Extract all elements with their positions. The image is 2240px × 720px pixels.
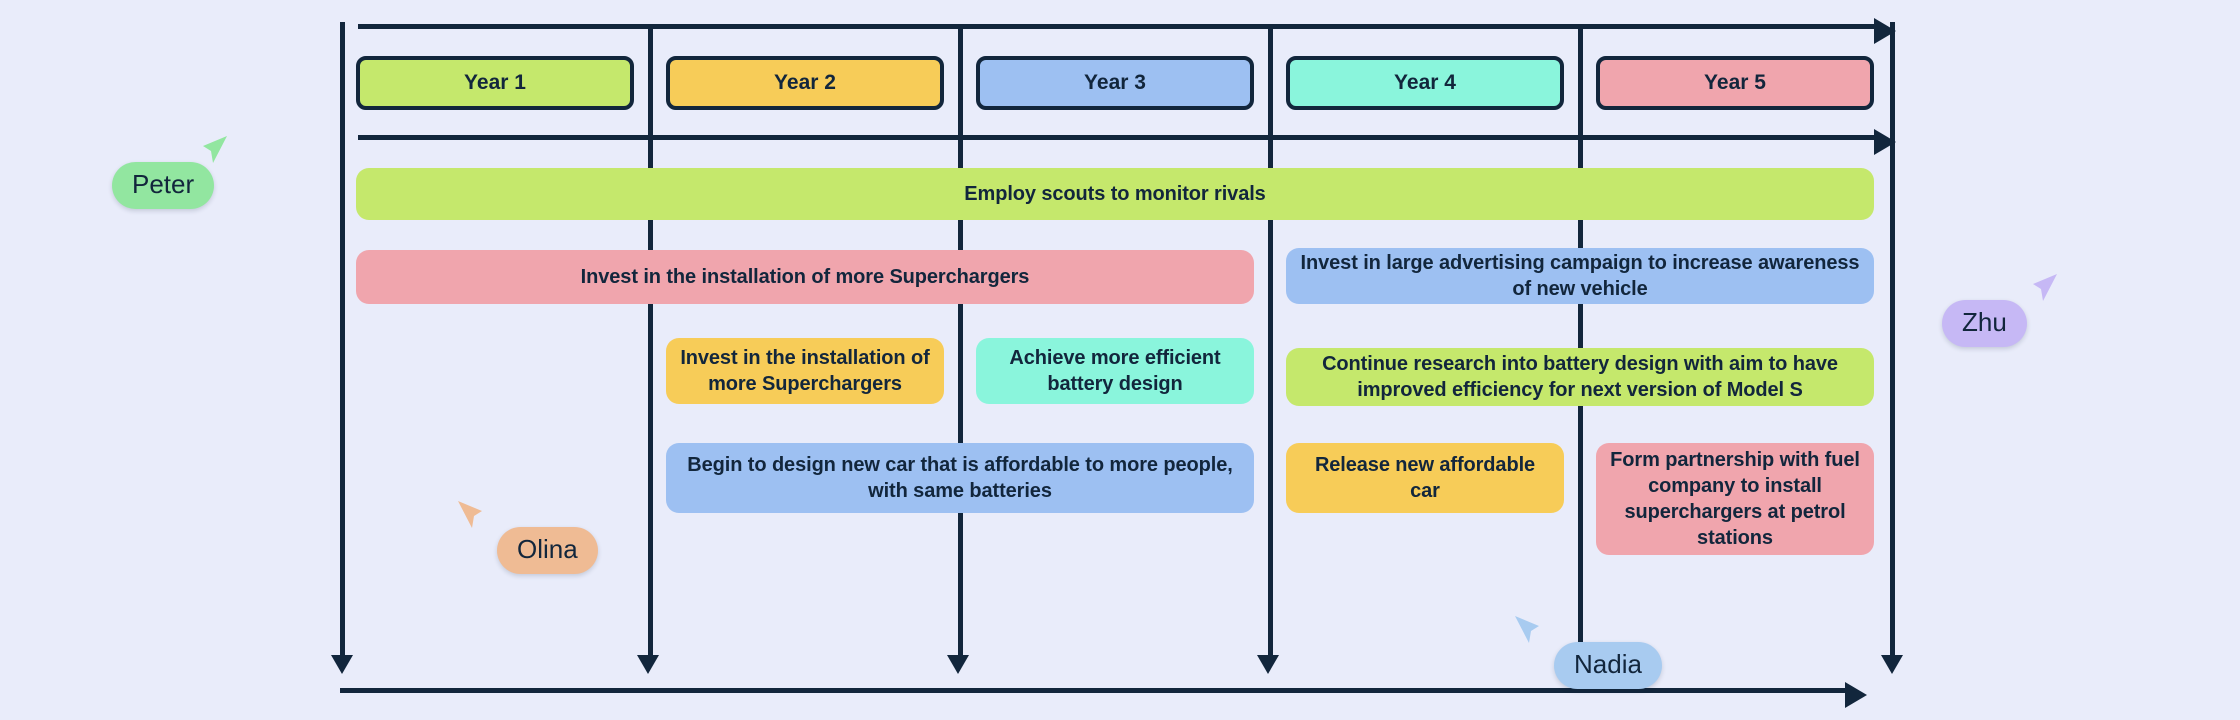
task-bar[interactable]: Achieve more efficient battery design (976, 338, 1254, 404)
year-header-chip-1[interactable]: Year 1 (356, 56, 634, 110)
year-header-label: Year 2 (774, 71, 836, 94)
collaborator-name-pill: Zhu (1942, 300, 2027, 347)
year-header-chip-3[interactable]: Year 3 (976, 56, 1254, 110)
timeline-top-rule (358, 24, 1874, 29)
right-axis-arrow-icon (1881, 655, 1903, 674)
year-divider-5 (1578, 28, 1583, 658)
task-bar-label: Employ scouts to monitor rivals (964, 183, 1266, 205)
task-bar-label: Invest in the installation of more Super… (680, 347, 930, 395)
task-bar[interactable]: Form partnership with fuel company to in… (1596, 443, 1874, 555)
top-rule-arrow-icon (1874, 18, 1896, 44)
task-bar-label: Continue research into battery design wi… (1322, 353, 1838, 401)
task-bar-label: Release new affordable car (1314, 454, 1536, 502)
task-bar[interactable]: Release new affordable car (1286, 443, 1564, 513)
task-bar-label: Achieve more efficient battery design (1009, 347, 1221, 395)
year-header-label: Year 5 (1704, 71, 1766, 94)
cursor-pointer-icon (1510, 612, 1552, 659)
year-header-chip-5[interactable]: Year 5 (1596, 56, 1874, 110)
collaborator-name-pill: Olina (497, 527, 598, 574)
left-axis-arrow-icon (331, 655, 353, 674)
task-bar-label: Begin to design new car that is affordab… (687, 454, 1233, 502)
bottom-rule-arrow-icon (1845, 682, 1867, 708)
year-divider-arrow-icon-2 (637, 655, 659, 674)
task-bar[interactable]: Employ scouts to monitor rivals (356, 168, 1874, 220)
task-bar[interactable]: Begin to design new car that is affordab… (666, 443, 1254, 513)
collaborator-name-pill: Nadia (1554, 642, 1662, 689)
year-header-label: Year 3 (1084, 71, 1146, 94)
task-bar[interactable]: Invest in the installation of more Super… (666, 338, 944, 404)
year-divider-2 (648, 28, 653, 658)
year-header-label: Year 1 (464, 71, 526, 94)
year-header-chip-2[interactable]: Year 2 (666, 56, 944, 110)
year-divider-4 (1268, 28, 1273, 658)
year-divider-arrow-icon-4 (1257, 655, 1279, 674)
timeline-middle-rule (358, 135, 1874, 140)
task-bar-label: Invest in the installation of more Super… (580, 266, 1030, 288)
cursor-pointer-icon (453, 497, 495, 544)
timeline-right-axis (1890, 22, 1895, 662)
cursor-pointer-icon (2020, 270, 2062, 317)
collaborator-name-pill: Peter (112, 162, 215, 209)
task-bar[interactable]: Invest in the installation of more Super… (356, 250, 1254, 304)
task-bar-label: Invest in large advertising campaign to … (1300, 252, 1860, 300)
diagram-canvas: Year 1 Year 2 Year 3 Year 4 Year 5 Employ sc… (0, 0, 2240, 720)
year-divider-3 (958, 28, 963, 658)
task-bar-label: Form partnership with fuel company to in… (1610, 449, 1860, 549)
year-header-chip-4[interactable]: Year 4 (1286, 56, 1564, 110)
timeline-left-axis (340, 22, 345, 662)
year-divider-arrow-icon-3 (947, 655, 969, 674)
task-bar[interactable]: Invest in large advertising campaign to … (1286, 248, 1874, 304)
task-bar[interactable]: Continue research into battery design wi… (1286, 348, 1874, 406)
year-header-label: Year 4 (1394, 71, 1456, 94)
middle-rule-arrow-icon (1874, 129, 1896, 155)
